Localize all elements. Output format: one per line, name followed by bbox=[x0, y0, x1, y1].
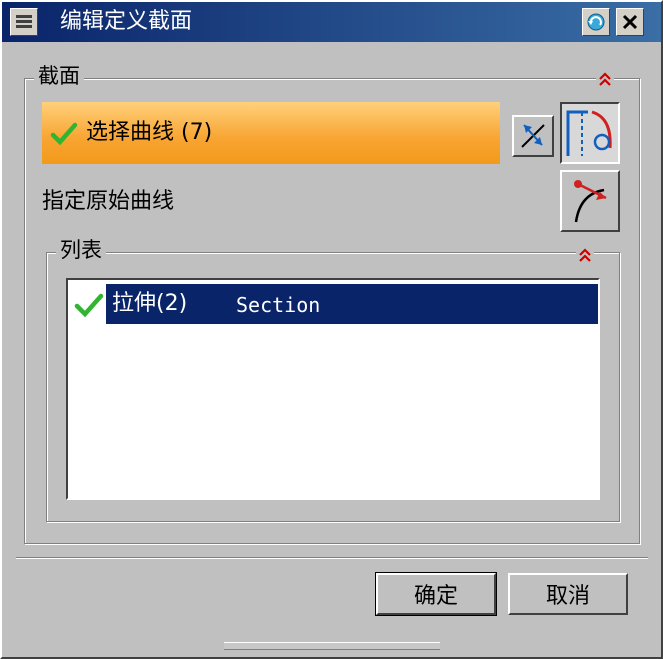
title-bar[interactable]: 编辑定义截面 bbox=[2, 2, 661, 42]
collapse-chevron-icon[interactable] bbox=[576, 246, 594, 264]
collapse-chevron-icon[interactable] bbox=[596, 70, 614, 88]
ok-button[interactable]: 确定 bbox=[375, 572, 497, 616]
check-icon bbox=[50, 122, 78, 146]
return-icon[interactable] bbox=[582, 8, 610, 36]
specify-original-curve-label: 指定原始曲线 bbox=[42, 189, 175, 214]
list-item[interactable]: 拉伸(2) Section bbox=[106, 284, 598, 324]
curve-rule-button[interactable] bbox=[560, 102, 620, 164]
list-item-type: Section bbox=[236, 293, 321, 317]
select-curve-label: 选择曲线 (7) bbox=[86, 120, 213, 145]
window-title: 编辑定义截面 bbox=[60, 9, 193, 34]
check-icon bbox=[74, 293, 104, 318]
original-curve-icon bbox=[574, 180, 607, 223]
close-icon[interactable] bbox=[616, 8, 644, 36]
reverse-direction-icon bbox=[521, 124, 545, 148]
cancel-button[interactable]: 取消 bbox=[508, 573, 628, 615]
reverse-direction-button[interactable] bbox=[512, 115, 554, 157]
original-curve-button[interactable] bbox=[560, 170, 620, 232]
edit-section-dialog: 编辑定义截面 截面 选择曲线 (7) 指定原始曲线 列表 拉伸(2) Secti… bbox=[0, 0, 663, 659]
section-list[interactable]: 拉伸(2) Section bbox=[66, 278, 600, 500]
resize-grip[interactable] bbox=[224, 642, 440, 650]
section-group-title: 截面 bbox=[34, 64, 84, 88]
curve-rule-icon bbox=[566, 110, 612, 156]
select-curve-row[interactable]: 选择曲线 (7) bbox=[42, 102, 500, 164]
separator bbox=[16, 557, 648, 559]
list-item-name: 拉伸(2) bbox=[112, 291, 188, 316]
menu-icon[interactable] bbox=[10, 8, 38, 36]
list-group-title: 列表 bbox=[56, 238, 106, 262]
